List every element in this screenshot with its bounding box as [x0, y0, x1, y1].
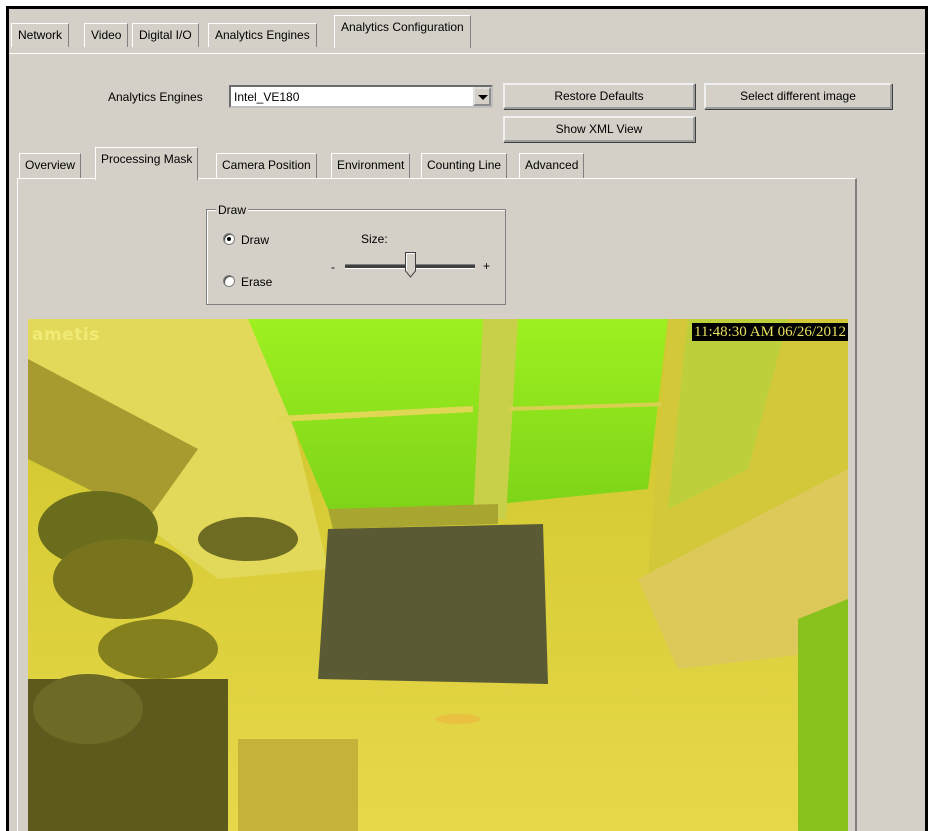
- tab-network[interactable]: Network: [11, 23, 70, 47]
- draw-groupbox: [206, 209, 506, 305]
- draw-group-legend: Draw: [216, 203, 249, 217]
- subtab-counting-line[interactable]: Counting Line: [421, 153, 508, 178]
- tab-digital-io[interactable]: Digital I/O: [132, 23, 199, 47]
- subtab-overview[interactable]: Overview: [19, 153, 82, 178]
- draw-radio-label[interactable]: Draw: [241, 233, 269, 247]
- camera-scene: [28, 319, 848, 831]
- restore-defaults-button[interactable]: Restore Defaults: [503, 83, 695, 109]
- subtab-processing-mask[interactable]: Processing Mask: [95, 147, 199, 180]
- vendor-logo: ametis: [32, 325, 100, 345]
- select-image-button[interactable]: Select different image: [704, 83, 892, 109]
- top-tab-bar: Network Video Digital I/O Analytics Engi…: [9, 15, 925, 54]
- chevron-down-icon[interactable]: [473, 87, 491, 106]
- camera-image[interactable]: ametis 11:48:30 AM 06/26/2012: [28, 319, 848, 831]
- size-minus-label: -: [331, 260, 335, 274]
- erase-radio-label[interactable]: Erase: [241, 275, 272, 289]
- size-plus-label: +: [483, 259, 491, 273]
- show-xml-button[interactable]: Show XML View: [503, 116, 695, 142]
- application-window: Network Video Digital I/O Analytics Engi…: [6, 6, 928, 831]
- erase-radio[interactable]: [223, 275, 235, 287]
- tab-analytics-engines[interactable]: Analytics Engines: [208, 23, 317, 47]
- size-slider-thumb[interactable]: [404, 252, 416, 278]
- tab-video[interactable]: Video: [84, 23, 129, 47]
- engine-select-value: Intel_VE180: [234, 90, 300, 104]
- subtab-environment[interactable]: Environment: [331, 153, 411, 178]
- tab-divider: [9, 53, 925, 54]
- size-label: Size:: [361, 232, 388, 246]
- subtab-camera-position[interactable]: Camera Position: [216, 153, 317, 178]
- engine-label: Analytics Engines: [108, 90, 203, 104]
- video-timestamp: 11:48:30 AM 06/26/2012: [692, 323, 848, 341]
- engine-select[interactable]: Intel_VE180: [229, 85, 493, 108]
- tab-analytics-configuration[interactable]: Analytics Configuration: [334, 15, 471, 48]
- draw-radio[interactable]: [223, 233, 235, 245]
- subtab-advanced[interactable]: Advanced: [519, 153, 585, 178]
